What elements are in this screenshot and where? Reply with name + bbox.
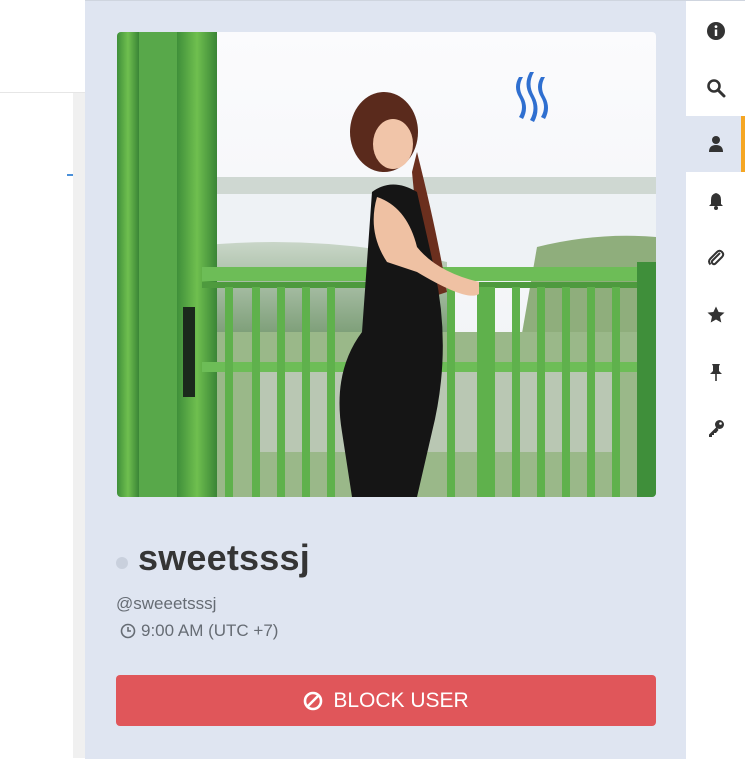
rail-item-info[interactable] (686, 3, 745, 59)
rail-item-keys[interactable] (686, 400, 745, 456)
block-user-label: BLOCK USER (333, 688, 469, 712)
local-time: 9:00 AM (UTC +7) (141, 621, 279, 640)
rail-item-attachments[interactable] (686, 230, 745, 286)
ban-icon (303, 691, 323, 711)
key-icon (708, 420, 724, 437)
local-time-row: 9:00 AM (UTC +7) (120, 621, 278, 641)
rail-item-user[interactable] (686, 116, 745, 172)
paperclip-icon (707, 249, 724, 266)
rail-item-starred[interactable] (686, 287, 745, 343)
info-icon (706, 22, 725, 40)
rail-item-notifications[interactable] (686, 173, 745, 229)
user-profile-panel: sweetsssj @sweeetsssj 9:00 AM (UTC +7) B… (85, 0, 686, 759)
clock-icon (120, 623, 136, 639)
block-user-button[interactable]: BLOCK USER (116, 675, 656, 726)
rail-item-pinned[interactable] (686, 344, 745, 400)
right-icon-rail (686, 0, 745, 759)
profile-photo (117, 32, 656, 497)
rail-item-search[interactable] (686, 60, 745, 116)
left-pane-header (0, 0, 85, 93)
bell-icon (708, 193, 723, 210)
pin-icon (709, 364, 722, 381)
user-icon (708, 136, 723, 152)
left-pane (0, 0, 85, 758)
profile-handle: @sweeetsssj (116, 594, 217, 613)
search-icon (706, 79, 725, 98)
star-icon (707, 306, 724, 323)
online-status-indicator (116, 557, 128, 569)
left-pane-scrollbar[interactable] (73, 93, 85, 758)
profile-display-name: sweetsssj (138, 537, 310, 578)
